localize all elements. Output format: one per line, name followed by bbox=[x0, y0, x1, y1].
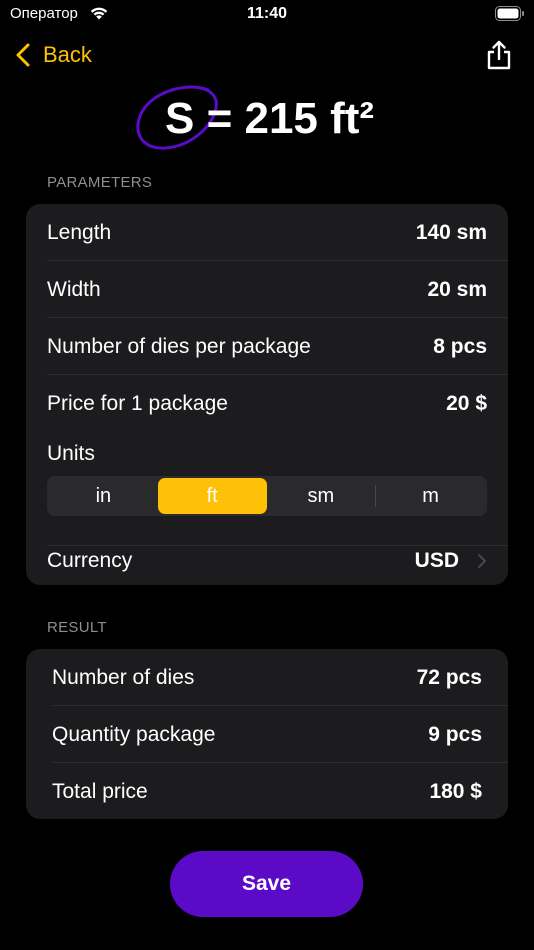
currency-value: USD bbox=[414, 549, 459, 572]
back-button[interactable]: Back bbox=[14, 38, 92, 72]
status-bar: Оператор 11:40 bbox=[0, 0, 534, 30]
parameters-header: PARAMETERS bbox=[47, 174, 153, 191]
area-result-title: S = 215 ft² bbox=[0, 85, 534, 162]
units-row: Units in ft sm m bbox=[26, 432, 508, 546]
result-row-number-of-dies: Number of dies 72 pcs bbox=[26, 649, 508, 706]
save-button[interactable]: Save bbox=[170, 851, 363, 917]
unit-option-m[interactable]: m bbox=[376, 478, 485, 514]
parameter-value: 140 sm bbox=[415, 220, 487, 244]
result-card: Number of dies 72 pcs Quantity package 9… bbox=[26, 649, 508, 819]
result-row-quantity-package: Quantity package 9 pcs bbox=[26, 706, 508, 763]
battery-icon bbox=[495, 6, 524, 21]
result-header: RESULT bbox=[47, 619, 107, 636]
back-label: Back bbox=[43, 42, 92, 67]
result-value: 9 pcs bbox=[428, 722, 482, 746]
result-label: Number of dies bbox=[52, 665, 195, 689]
unit-option-sm[interactable]: sm bbox=[267, 478, 376, 514]
parameters-card: Length 140 sm Width 20 sm Number of dies… bbox=[26, 204, 508, 585]
parameter-row-dies-per-package[interactable]: Number of dies per package 8 pcs bbox=[26, 318, 508, 375]
parameter-label: Number of dies per package bbox=[47, 334, 311, 358]
result-value: 180 $ bbox=[429, 779, 482, 803]
area-formula: S = 215 ft² bbox=[165, 94, 375, 143]
parameter-row-width[interactable]: Width 20 sm bbox=[26, 261, 508, 318]
clock-time: 11:40 bbox=[246, 5, 288, 22]
currency-value-group: USD bbox=[415, 549, 487, 573]
currency-label: Currency bbox=[47, 549, 133, 572]
parameter-value: 20 $ bbox=[446, 391, 487, 415]
share-icon[interactable] bbox=[486, 40, 512, 70]
chevron-right-icon bbox=[478, 554, 486, 568]
parameter-row-length[interactable]: Length 140 sm bbox=[26, 204, 508, 261]
chevron-left-icon bbox=[16, 43, 30, 67]
currency-row[interactable]: Currency USD bbox=[26, 542, 508, 580]
parameter-label: Length bbox=[47, 220, 112, 244]
units-segmented-control[interactable]: in ft sm m bbox=[47, 476, 487, 516]
unit-option-ft[interactable]: ft bbox=[157, 478, 267, 514]
parameter-label: Width bbox=[47, 277, 101, 301]
parameter-value: 20 sm bbox=[427, 277, 487, 301]
result-label: Total price bbox=[52, 779, 148, 803]
parameter-label: Price for 1 package bbox=[47, 391, 228, 415]
result-value: 72 pcs bbox=[416, 665, 482, 689]
units-label: Units bbox=[47, 442, 95, 465]
unit-option-in[interactable]: in bbox=[49, 478, 158, 514]
parameter-value: 8 pcs bbox=[433, 334, 487, 358]
result-row-total-price: Total price 180 $ bbox=[26, 763, 508, 820]
result-label: Quantity package bbox=[52, 722, 216, 746]
parameter-row-price[interactable]: Price for 1 package 20 $ bbox=[26, 375, 508, 432]
